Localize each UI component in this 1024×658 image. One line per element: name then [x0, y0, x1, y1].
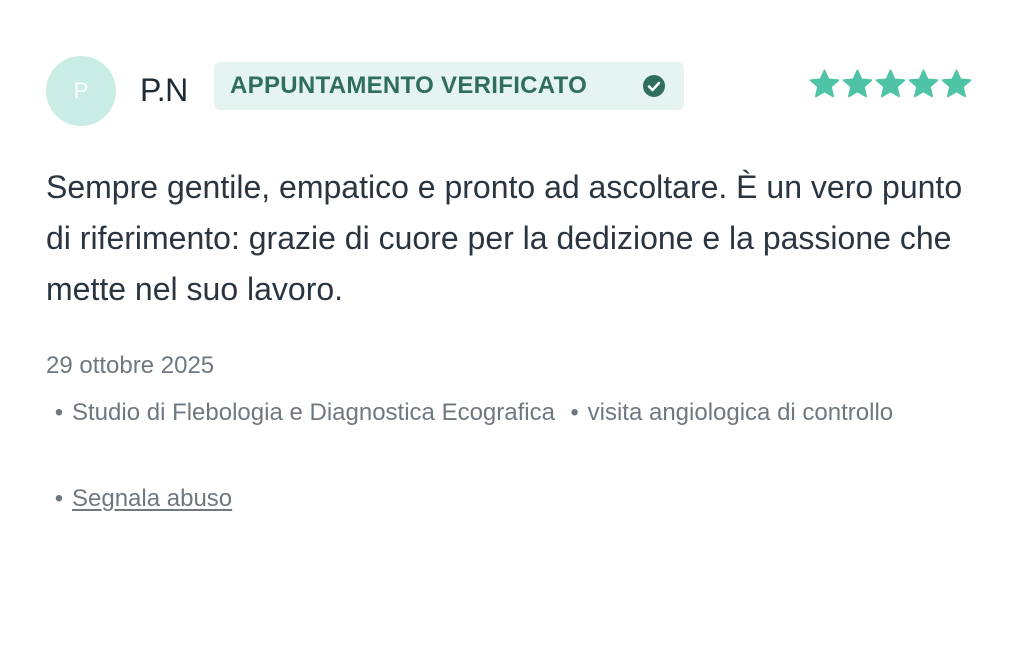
bullet: •	[570, 399, 579, 426]
avatar-initial: P	[73, 78, 89, 103]
review-date: 29 ottobre 2025	[46, 352, 215, 379]
bullet: •	[54, 399, 64, 426]
star-icon	[908, 69, 939, 98]
star-icon	[875, 69, 906, 98]
report-abuse-link[interactable]: Segnala abuso	[72, 485, 232, 512]
star-icon	[842, 69, 873, 98]
review-meta: • Studio di Flebologia e Diagnostica Ecog…	[46, 392, 946, 434]
star-icon	[941, 69, 972, 98]
report-row: • Segnala abuso	[46, 480, 232, 518]
verified-badge-label: APPUNTAMENTO VERIFICATO	[230, 72, 588, 99]
rating-stars	[808, 68, 973, 104]
star-icon	[809, 69, 840, 98]
verified-badge: APPUNTAMENTO VERIFICATO	[214, 62, 684, 110]
review-card: P P.N APPUNTAMENTO VERIFICATO Sempre gen…	[0, 0, 1024, 658]
author-name: P.N	[140, 72, 188, 108]
service-name: visita angiologica di controllo	[587, 399, 894, 426]
clinic-name: Studio di Flebologia e Diagnostica Ecogr…	[72, 399, 555, 426]
bullet: •	[54, 485, 64, 512]
avatar: P	[46, 56, 116, 126]
check-circle-icon	[643, 75, 665, 97]
review-comment: Sempre gentile, empatico e pronto ad asc…	[46, 169, 963, 307]
